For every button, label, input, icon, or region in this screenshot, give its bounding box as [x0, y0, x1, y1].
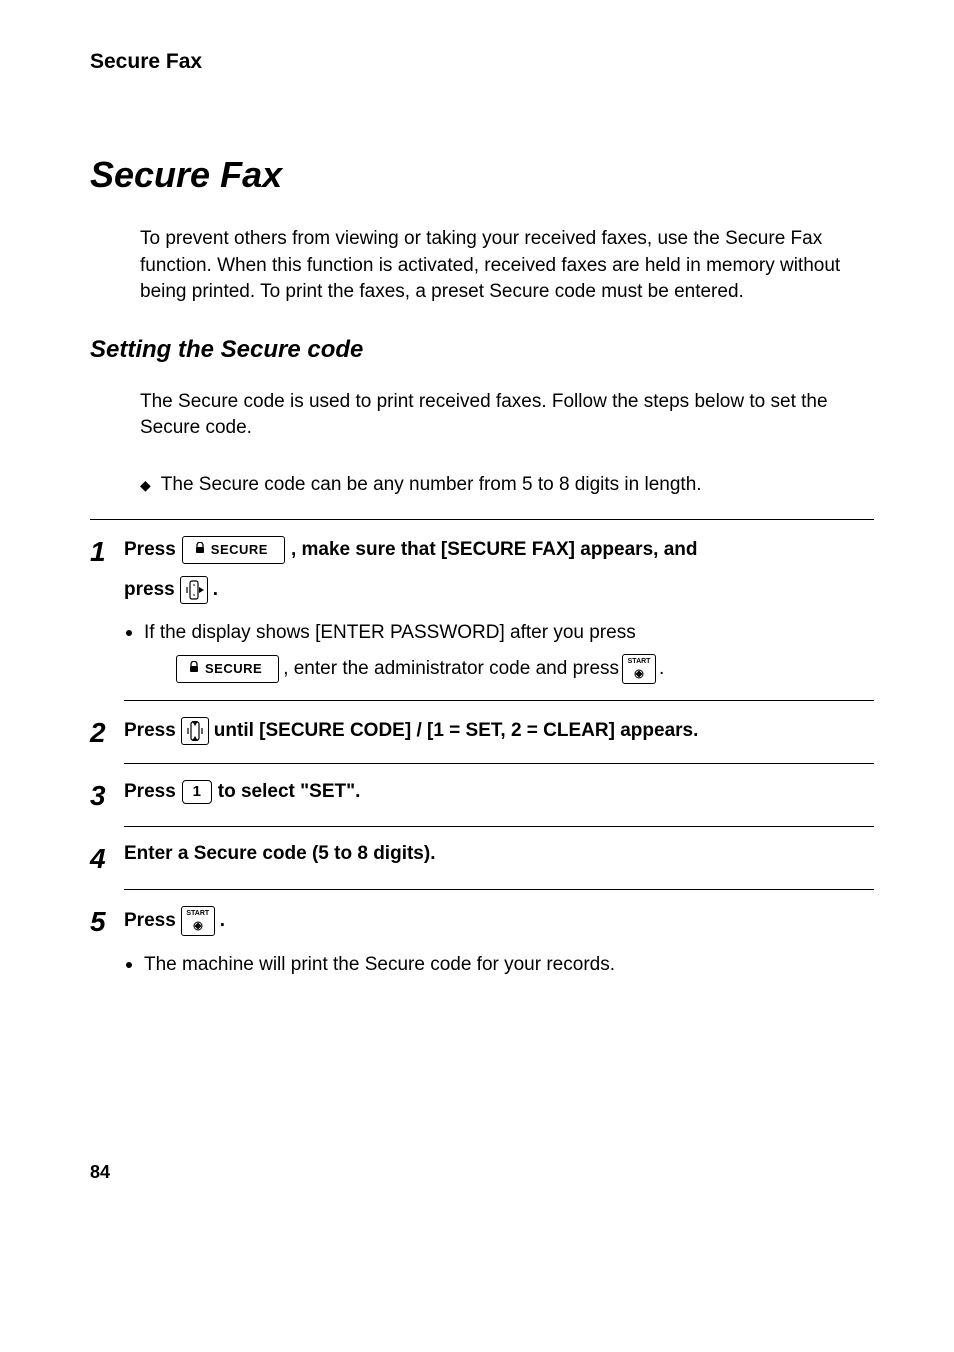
- step1-text-a: Press: [124, 539, 176, 561]
- page-number: 84: [90, 1162, 874, 1183]
- lock-icon: [195, 542, 205, 557]
- start-key-label: START: [628, 658, 651, 665]
- step5-text-b: .: [220, 910, 225, 932]
- step-3: 3 Press 1 to select "SET".: [90, 764, 874, 826]
- running-header: Secure Fax: [90, 50, 874, 74]
- diamond-bullet-row: ◆ The Secure code can be any number from…: [140, 472, 864, 499]
- step1-text-2b: .: [213, 579, 218, 601]
- start-key-label: START: [186, 910, 209, 917]
- step1-sub-a: If the display shows [ENTER PASSWORD] af…: [144, 622, 636, 644]
- step4-text: Enter a Secure code (5 to 8 digits).: [124, 843, 874, 865]
- secure-button-label: SECURE: [205, 661, 262, 676]
- secure-button: SECURE: [182, 536, 285, 564]
- digit-1-key: 1: [182, 780, 212, 804]
- sub-intro-paragraph: The Secure code is used to print receive…: [140, 389, 864, 442]
- step2-text-a: Press: [124, 720, 176, 742]
- subheading: Setting the Secure code: [90, 336, 874, 364]
- bullet-icon: [126, 962, 132, 968]
- step3-text-b: to select "SET".: [218, 781, 361, 803]
- step-number: 3: [90, 782, 124, 810]
- step-5: 5 Press START . The machine will print t…: [90, 890, 874, 992]
- step-number: 5: [90, 908, 124, 936]
- step-4: 4 Enter a Secure code (5 to 8 digits).: [90, 827, 874, 889]
- start-key-icon: START: [181, 906, 215, 936]
- step-2: 2 Press until [SECURE CODE] / [1 = SET, …: [90, 701, 874, 763]
- step1-sub-b: , enter the administrator code and press: [283, 658, 619, 680]
- step5-sub-text: The machine will print the Secure code f…: [144, 954, 615, 976]
- step-1: 1 Press SECURE , make sure that [SECURE …: [90, 520, 874, 700]
- step-number: 2: [90, 719, 124, 747]
- intro-paragraph: To prevent others from viewing or taking…: [140, 226, 864, 306]
- step3-text-a: Press: [124, 781, 176, 803]
- step1-sub-c: .: [659, 658, 664, 680]
- step-number: 4: [90, 845, 124, 873]
- step1-text-2a: press: [124, 579, 175, 601]
- secure-button-label: SECURE: [211, 542, 268, 557]
- step-number: 1: [90, 538, 124, 566]
- secure-button: SECURE: [176, 655, 279, 683]
- diamond-icon: ◆: [140, 472, 151, 498]
- diamond-bullet-text: The Secure code can be any number from 5…: [161, 472, 864, 499]
- step1-text-b: , make sure that [SECURE FAX] appears, a…: [291, 539, 698, 561]
- bullet-icon: [126, 630, 132, 636]
- start-key-icon: START: [622, 654, 656, 684]
- nav-right-key-icon: [180, 576, 208, 604]
- lock-icon: [189, 661, 199, 676]
- nav-down-key-icon: [181, 717, 209, 745]
- step5-text-a: Press: [124, 910, 176, 932]
- page-title: Secure Fax: [90, 154, 874, 196]
- step2-text-b: until [SECURE CODE] / [1 = SET, 2 = CLEA…: [214, 720, 699, 742]
